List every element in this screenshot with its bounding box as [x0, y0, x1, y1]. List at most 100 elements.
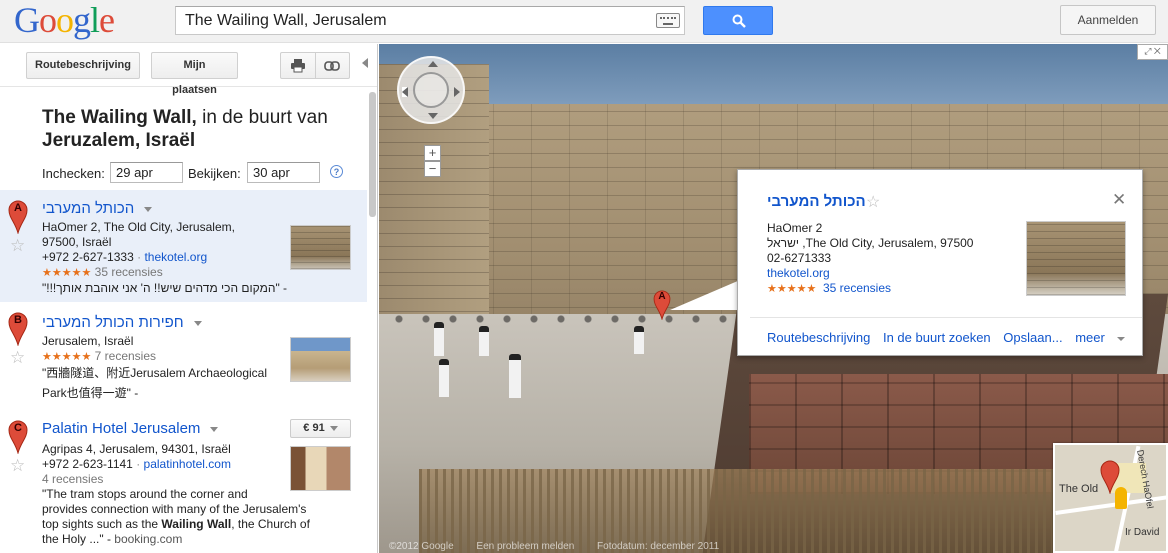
report-problem-link[interactable]: Een probleem melden [476, 541, 574, 552]
keyboard-icon[interactable] [656, 13, 680, 28]
person-figure [634, 326, 644, 354]
star-outline-icon[interactable]: ☆ [10, 237, 25, 254]
reviews-link[interactable]: 7 recensies [95, 349, 156, 363]
logo-letter: g [73, 0, 91, 40]
print-icon [291, 59, 305, 73]
caret-down-icon[interactable] [210, 426, 219, 432]
info-website: thekotel.org [767, 266, 830, 281]
checkin-input[interactable] [110, 162, 183, 183]
minimap[interactable]: The Old Ir David Derech HaOfel [1053, 443, 1168, 553]
result-item-b[interactable]: B ☆ חפירות הכותל המערבי Jerusalem, Israë… [0, 302, 367, 412]
result-snippet-2: Park也值得一遊" - [42, 386, 139, 400]
result-thumbnail[interactable] [290, 225, 351, 270]
collapse-panel-icon[interactable] [362, 58, 368, 68]
map-marker-a[interactable]: A [653, 290, 671, 323]
red-marker-icon[interactable]: A [8, 200, 28, 236]
info-window: הכותל המערבי ☆ ✕ HaOmer 2 ישראל ,The Old… [737, 169, 1143, 356]
result-thumbnail[interactable] [290, 337, 351, 382]
save-link[interactable]: Opslaan... [1003, 330, 1062, 345]
logo-letter: o [56, 0, 74, 40]
website-link[interactable]: thekotel.org [144, 250, 207, 264]
panel-toolbar: Routebeschrijving Mijn plaatsen [0, 44, 377, 96]
reviews-link[interactable]: 4 recensies [42, 472, 103, 486]
info-title[interactable]: הכותל המערבי [767, 193, 866, 210]
result-item-a[interactable]: A ☆ הכותל המערבי HaOmer 2, The Old City,… [0, 190, 367, 302]
caret-down-icon[interactable] [193, 320, 202, 326]
pegman-icon[interactable] [1115, 487, 1127, 509]
link-icon [324, 61, 340, 71]
link-button[interactable] [315, 52, 350, 79]
caret-down-icon [1116, 336, 1125, 341]
result-snippet: "西牆隧道、附近Jerusalem Archaeological [42, 366, 268, 380]
result-rating: ★★★★★ 35 recensies [42, 265, 163, 281]
checkin-label: Inchecken: [42, 166, 105, 181]
directions-link[interactable]: Routebeschrijving [767, 330, 870, 345]
directions-button[interactable]: Routebeschrijving [26, 52, 140, 79]
caret-down-icon [329, 425, 338, 431]
google-logo[interactable]: Google [14, 0, 115, 40]
print-button[interactable] [280, 52, 316, 79]
pan-down-icon[interactable] [428, 113, 438, 119]
minimap-label: Ir David [1125, 527, 1160, 538]
result-address-2: 97500, Israël [42, 235, 112, 249]
website-link[interactable]: thekotel.org [767, 266, 830, 280]
red-marker-icon[interactable]: B [8, 312, 28, 348]
marker-letter: C [14, 422, 22, 434]
zoom-out-button[interactable]: − [424, 161, 441, 177]
result-contact: +972 2-627-1333 · thekotel.org [42, 250, 208, 264]
reviews-link[interactable]: 35 recensies [95, 265, 163, 279]
result-title[interactable]: Palatin Hotel Jerusalem [42, 420, 219, 437]
divider [750, 317, 1142, 318]
copyright-text: ©2012 Google [389, 541, 454, 552]
logo-letter: o [39, 0, 57, 40]
info-thumbnail[interactable] [1026, 221, 1126, 296]
heading-middle: in de buurt van [196, 107, 328, 128]
result-title[interactable]: הכותל המערבי [42, 200, 153, 217]
info-rating: ★★★★★ 35 recensies [767, 281, 891, 297]
star-outline-icon[interactable]: ☆ [866, 192, 880, 212]
info-phone: 02-6271333 [767, 251, 832, 265]
heading-city: Jeruzalem, Israël [42, 130, 196, 151]
result-reviews: 4 recensies [42, 472, 103, 487]
search-nearby-link[interactable]: In de buurt zoeken [883, 330, 991, 345]
close-icon[interactable]: ✕ [1112, 190, 1126, 210]
star-outline-icon[interactable]: ☆ [10, 457, 25, 474]
help-icon[interactable]: ? [330, 165, 343, 178]
result-thumbnail[interactable] [290, 446, 351, 491]
person-figure [434, 322, 444, 356]
red-marker-icon[interactable]: C [8, 420, 28, 456]
reviews-link[interactable]: 35 recensies [823, 281, 891, 295]
panel-scrollbar[interactable] [369, 92, 376, 217]
checkout-input[interactable] [247, 162, 320, 183]
search-box[interactable] [175, 6, 685, 35]
fullscreen-icon[interactable]: ⤢ ✕ [1137, 44, 1168, 60]
result-title[interactable]: חפירות הכותל המערבי [42, 314, 202, 331]
person-figure [479, 326, 489, 356]
result-item-c[interactable]: C ☆ Palatin Hotel Jerusalem € 91 Agripas… [0, 412, 367, 553]
photo-date-text: Fotodatum: december 2011 [597, 541, 720, 552]
search-button[interactable] [703, 6, 773, 35]
search-input[interactable] [176, 7, 646, 34]
result-snippet: "The tram stops around the corner and pr… [42, 487, 310, 546]
logo-letter: e [99, 0, 115, 40]
pan-left-icon[interactable] [402, 87, 408, 97]
pan-up-icon[interactable] [428, 61, 438, 67]
caret-down-icon[interactable] [144, 206, 153, 212]
my-places-button[interactable]: Mijn plaatsen [151, 52, 238, 96]
street-view-navigation-control[interactable] [397, 56, 465, 124]
view-label: Bekijken: [188, 166, 241, 181]
top-bar: Google Aanmelden [0, 0, 1168, 43]
result-address: Agripas 4, Jerusalem, 94301, Israël [42, 442, 231, 456]
page-title: The Wailing Wall, in de buurt van Jeruza… [42, 106, 362, 152]
zoom-in-button[interactable]: + [424, 145, 441, 161]
more-link[interactable]: meer [1075, 330, 1134, 345]
info-actions: Routebeschrijving In de buurt zoeken Ops… [767, 330, 1143, 345]
price-button[interactable]: € 91 [290, 419, 351, 438]
website-link[interactable]: palatinhotel.com [144, 457, 231, 471]
star-outline-icon[interactable]: ☆ [10, 349, 25, 366]
pan-right-icon[interactable] [454, 87, 460, 97]
rating-stars: ★★★★★ [42, 351, 92, 363]
logo-letter: G [14, 0, 40, 40]
signin-button[interactable]: Aanmelden [1060, 5, 1156, 35]
marker-letter: A [658, 291, 666, 302]
